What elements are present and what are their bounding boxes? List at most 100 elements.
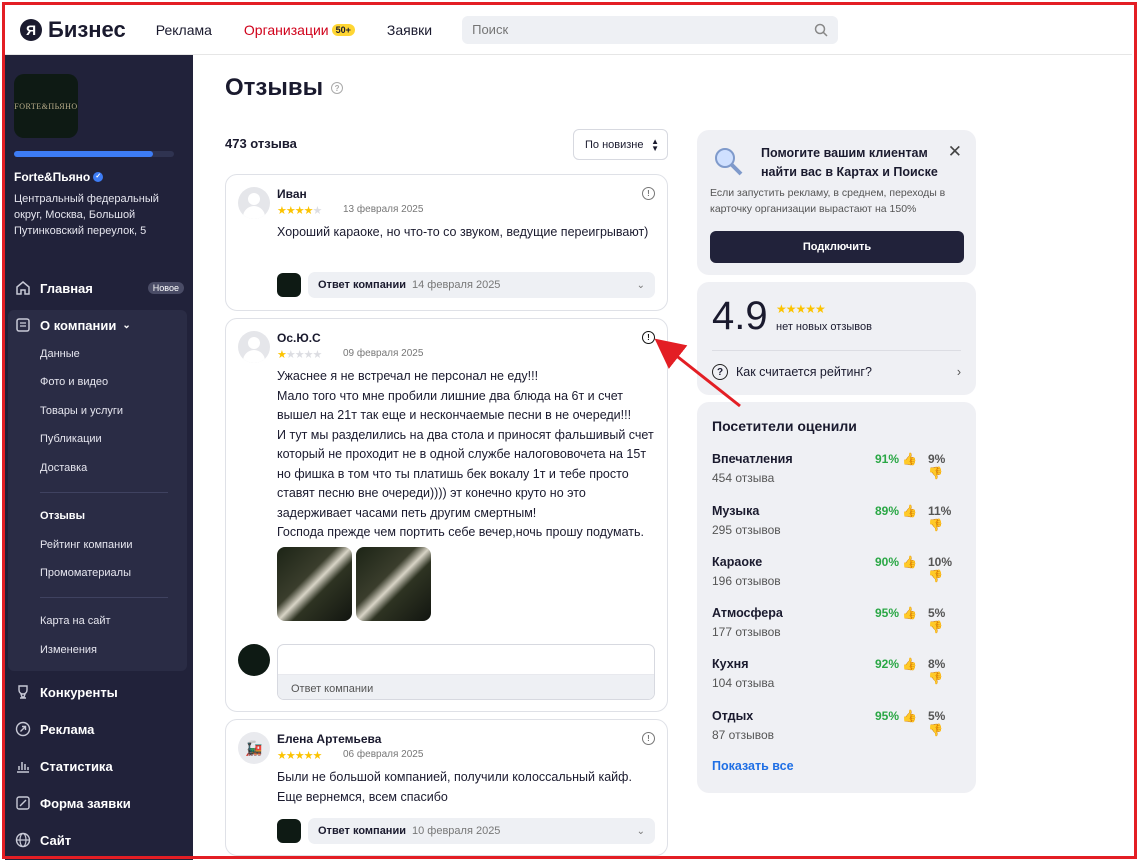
aspect-row[interactable]: Кухня 104 отзыва 92% 👍 8% 👎 (712, 657, 962, 693)
aspect-count: 87 отзывов (712, 728, 775, 742)
report-icon[interactable]: ! (642, 187, 655, 200)
aspect-row[interactable]: Музыка 295 отзывов 89% 👍 11% 👎 (712, 504, 962, 540)
search-icon[interactable] (814, 23, 828, 37)
company-logo (277, 819, 301, 843)
close-icon[interactable]: ✕ (948, 142, 962, 162)
subitem-promo-materials[interactable]: Промоматериалы (40, 564, 131, 582)
sidebar-item-label: О компании (40, 317, 117, 333)
answer-label: Ответ компании (278, 675, 654, 699)
report-icon[interactable]: ! (642, 331, 655, 344)
promo-text: Если запустить рекламу, в среднем, перех… (710, 187, 946, 215)
subitem-reviews[interactable]: Отзывы (40, 507, 85, 525)
sidebar-item-label: Сайт (40, 832, 72, 848)
company-reply[interactable]: Ответ компании 14 февраля 2025 ⌄ (277, 272, 655, 298)
yandex-business-logo[interactable]: Я Бизнес (20, 17, 126, 43)
positive-share: 91% 👍 (875, 452, 917, 466)
thumb-up-icon: 👍 (902, 555, 918, 569)
reviewer-name[interactable]: Елена Артемьева (277, 732, 381, 746)
help-icon[interactable]: ? (331, 82, 344, 94)
report-icon[interactable]: ! (642, 732, 655, 745)
answer-input[interactable] (278, 645, 654, 675)
subitem-publications[interactable]: Публикации (40, 430, 102, 448)
show-all-link[interactable]: Показать все (712, 759, 794, 773)
chevron-right-icon: › (956, 365, 961, 379)
positive-value: 91% (875, 452, 900, 466)
aspect-row[interactable]: Атмосфера 177 отзывов 95% 👍 5% 👎 (712, 606, 962, 642)
review-card: Ос.Ю.С ★★★★★ 09 февраля 2025 ! Ужаснее я… (225, 318, 668, 712)
nav-organizations[interactable]: Организации 50+ (244, 22, 355, 38)
subitem-map-on-site[interactable]: Карта на сайт (40, 612, 111, 630)
thumb-down-icon: 👎 (928, 466, 943, 480)
submenu-divider (40, 492, 168, 493)
review-photo[interactable] (277, 547, 352, 621)
aspect-row[interactable]: Караоке 196 отзывов 90% 👍 10% 👎 (712, 555, 962, 591)
top-header: Я Бизнес Реклама Организации 50+ Заявки (5, 5, 1132, 55)
reply-date: 10 февраля 2025 (411, 825, 501, 837)
subitem-changes[interactable]: Изменения (40, 641, 97, 659)
positive-value: 95% (875, 709, 900, 723)
company-reply[interactable]: Ответ компании 10 февраля 2025 ⌄ (277, 818, 655, 844)
subitem-delivery[interactable]: Доставка (40, 459, 87, 477)
logo-text: Бизнес (48, 16, 126, 42)
search-input[interactable] (472, 22, 773, 37)
positive-value: 89% (875, 504, 900, 518)
reviewer-name[interactable]: Иван (277, 187, 307, 201)
review-card: 🚂 Елена Артемьева ★★★★★ 06 февраля 2025 … (225, 719, 668, 856)
sidebar-item-ads[interactable]: Реклама (14, 718, 184, 740)
review-date: 06 февраля 2025 (343, 749, 424, 760)
reviewer-name[interactable]: Ос.Ю.С (277, 331, 321, 345)
thumb-down-icon: 👎 (928, 723, 943, 737)
sidebar-item-label: Реклама (40, 721, 95, 737)
thumb-down-icon: 👎 (928, 671, 943, 685)
aspect-name: Впечатления (712, 452, 793, 466)
promo-title: Помогите вашим клиентам найти вас в Карт… (761, 146, 938, 179)
negative-value: 8% (928, 657, 946, 671)
page-title-text: Отзывы (225, 74, 324, 101)
negative-share: 11% 👎 (928, 504, 962, 532)
chevron-down-icon: ⌄ (636, 825, 645, 837)
divider (712, 350, 961, 351)
sidebar-item-statistics[interactable]: Статистика (14, 755, 184, 777)
positive-share: 90% 👍 (875, 555, 917, 569)
reply-toggle[interactable]: Ответ компании 14 февраля 2025 ⌄ (308, 272, 655, 298)
subitem-photo-video[interactable]: Фото и видео (40, 373, 108, 391)
rating-explanation-link[interactable]: ? Как считается рейтинг? › (712, 364, 961, 380)
nav-ads[interactable]: Реклама (156, 22, 212, 38)
organization-address: Центральный федеральный округ, Москва, Б… (14, 193, 159, 237)
rating-stars: ★★★★★ (277, 349, 322, 361)
negative-share: 9% 👎 (928, 452, 962, 480)
negative-value: 5% (928, 606, 946, 620)
sort-arrows-icon: ▲ ▼ (651, 136, 659, 153)
sort-label: По новизне (585, 138, 644, 151)
positive-share: 95% 👍 (875, 709, 917, 723)
positive-value: 92% (875, 657, 900, 671)
sidebar-item-request-form[interactable]: Форма заявки (14, 792, 184, 814)
sort-select[interactable]: По новизне ▲ ▼ (573, 129, 668, 160)
aspect-row[interactable]: Впечатления 454 отзыва 91% 👍 9% 👎 (712, 452, 962, 488)
sidebar-item-site[interactable]: Сайт (14, 829, 184, 851)
aspect-row[interactable]: Отдых 87 отзывов 95% 👍 5% 👎 (712, 709, 962, 745)
sidebar-item-competitors[interactable]: Конкуренты (14, 681, 184, 703)
review-photo[interactable] (356, 547, 431, 621)
progress-fill (14, 151, 154, 157)
subitem-data[interactable]: Данные (40, 345, 80, 363)
edit-form-icon (14, 794, 32, 812)
home-icon (14, 279, 32, 297)
sidebar-item-about[interactable]: О компании ⌄ (14, 314, 184, 336)
thumb-up-icon: 👍 (902, 709, 918, 723)
nav-requests[interactable]: Заявки (387, 22, 432, 38)
sidebar-item-main[interactable]: Главная Новое (14, 277, 184, 299)
reply-toggle[interactable]: Ответ компании 10 февраля 2025 ⌄ (308, 818, 655, 844)
negative-share: 5% 👎 (928, 709, 962, 737)
organization-avatar[interactable]: FORTE&ПЬЯНО (14, 74, 78, 138)
subitem-company-rating[interactable]: Рейтинг компании (40, 536, 133, 554)
magnifier-icon (715, 148, 743, 176)
rating-value: 4.9 (712, 294, 768, 338)
connect-button[interactable]: Подключить (710, 231, 964, 263)
negative-share: 5% 👎 (928, 606, 962, 634)
aspect-name: Отдых (712, 709, 754, 723)
subitem-goods-services[interactable]: Товары и услуги (40, 402, 123, 420)
nav-organizations-label: Организации (243, 21, 329, 38)
answer-box[interactable]: Ответ компании (277, 644, 655, 700)
organization-name[interactable]: Forte&Пьяно ✓ (14, 170, 104, 184)
